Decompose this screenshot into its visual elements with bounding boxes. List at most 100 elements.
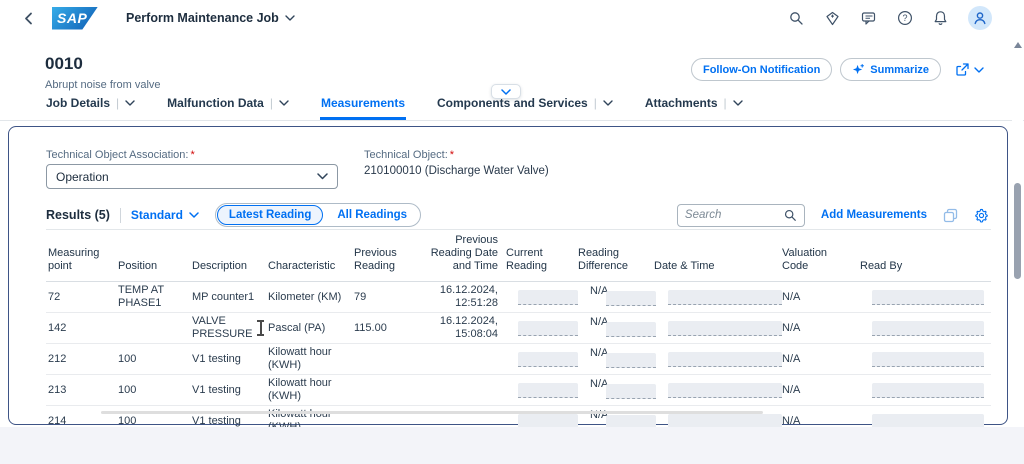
help-icon[interactable]: ? xyxy=(896,10,913,27)
notifications-icon[interactable] xyxy=(932,10,949,27)
cell-current-reading xyxy=(504,312,578,344)
column-header-description[interactable]: Description xyxy=(190,229,266,282)
person-icon xyxy=(974,12,986,25)
segment-all-readings[interactable]: All Readings xyxy=(325,205,419,225)
current-reading-input[interactable] xyxy=(518,320,578,336)
cell-date-time xyxy=(652,281,782,313)
characteristic-text: Pascal (PA) xyxy=(268,321,326,334)
settings-gear-icon[interactable] xyxy=(974,208,989,223)
back-button[interactable] xyxy=(18,8,38,28)
chevron-down-icon[interactable] xyxy=(125,100,135,106)
tab-label: Malfunction Data xyxy=(167,96,264,110)
ai-sparkle-icon xyxy=(853,64,865,75)
cell-reading-difference: N/A xyxy=(576,281,656,313)
cell-read-by xyxy=(858,312,991,344)
date-time-input[interactable] xyxy=(668,382,782,398)
column-header-position[interactable]: Position xyxy=(116,229,190,282)
vertical-scrollbar[interactable] xyxy=(1012,38,1023,420)
page-background xyxy=(0,427,1024,464)
search-input[interactable] xyxy=(684,209,780,221)
collapse-header-button[interactable] xyxy=(491,84,521,99)
chevron-down-icon xyxy=(501,88,511,95)
chevron-down-icon[interactable] xyxy=(603,100,613,106)
current-reading-input[interactable] xyxy=(518,351,578,367)
required-marker: * xyxy=(190,149,195,161)
share-menu-button[interactable] xyxy=(955,62,984,77)
column-header-previous-reading-date-and-time[interactable]: Previous Reading Date and Time xyxy=(410,229,504,282)
reading-difference-input[interactable] xyxy=(606,322,656,337)
add-measurements-button[interactable]: Add Measurements xyxy=(821,209,927,221)
segment-latest-reading[interactable]: Latest Reading xyxy=(216,205,324,225)
date-time-input[interactable] xyxy=(668,351,782,367)
date-time-input[interactable] xyxy=(668,289,782,305)
chevron-down-icon xyxy=(285,15,295,21)
cell-valuation-code: N/A xyxy=(780,374,858,406)
search-field[interactable] xyxy=(676,203,805,227)
column-header-current-reading[interactable]: Current Reading xyxy=(504,229,576,282)
divider xyxy=(119,207,121,223)
cell-date-time xyxy=(652,312,782,344)
follow-on-notification-button[interactable]: Follow-On Notification xyxy=(690,58,833,81)
cell-previous-reading: 79 xyxy=(352,281,410,313)
column-header-previous-reading[interactable]: Previous Reading xyxy=(352,229,410,282)
read-by-input[interactable] xyxy=(872,382,984,398)
summarize-button[interactable]: Summarize xyxy=(840,58,941,81)
reading-difference-input[interactable] xyxy=(606,291,656,306)
technical-object-association-select[interactable]: Operation xyxy=(46,164,338,189)
tab-malfunction-data[interactable]: Malfunction Data | xyxy=(166,96,290,120)
tab-separator: | xyxy=(116,96,120,110)
table-row: 212 100 V1 testing Kilowatt hour (KWH) N/A N/… xyxy=(46,343,991,375)
scroll-up-arrow-icon[interactable] xyxy=(1014,42,1022,48)
shell-bar: SAP Perform Maintenance Job ? xyxy=(0,0,1024,36)
scrollbar-thumb[interactable] xyxy=(1014,183,1021,279)
measurements-table: Measuring point Position Description Charac… xyxy=(46,229,991,437)
feedback-icon[interactable] xyxy=(860,10,877,27)
column-header-valuation-code[interactable]: Valuation Code xyxy=(780,229,858,282)
tab-attachments[interactable]: Attachments | xyxy=(644,96,744,120)
cell-characteristic: Pascal (PA) xyxy=(257,312,352,344)
table-row: 72 TEMP AT PHASE1 MP counter1 Kilometer (KM… xyxy=(46,281,991,313)
chevron-down-icon[interactable] xyxy=(279,100,289,106)
table-row: 213 100 V1 testing Kilowatt hour (KWH) N/A N/… xyxy=(46,374,991,406)
current-reading-input[interactable] xyxy=(518,289,578,305)
cell-description: VALVE PRESSURE xyxy=(190,312,266,344)
tab-label: Attachments xyxy=(644,96,718,110)
app-title-menu[interactable]: Perform Maintenance Job xyxy=(126,11,295,25)
results-count: Results (5) xyxy=(46,208,110,222)
column-header-reading-difference[interactable]: Reading Difference xyxy=(576,229,652,282)
sap-logo[interactable]: SAP xyxy=(52,6,98,30)
tab-components-and-services[interactable]: Components and Services | xyxy=(436,96,614,120)
cell-previous-reading xyxy=(352,374,410,406)
tab-separator: | xyxy=(593,96,597,110)
search-icon[interactable] xyxy=(788,10,805,27)
jewel-icon[interactable] xyxy=(824,10,841,27)
cell-current-reading xyxy=(504,281,578,313)
cell-reading-difference: N/A xyxy=(576,312,656,344)
app-title: Perform Maintenance Job xyxy=(126,11,279,25)
cell-measuring-point: 212 xyxy=(46,343,116,375)
table-toolbar: Results (5) Standard Latest Reading All R… xyxy=(46,201,989,229)
tab-job-details[interactable]: Job Details | xyxy=(45,96,136,120)
column-header-read-by[interactable]: Read By xyxy=(858,229,991,282)
reading-difference-input[interactable] xyxy=(606,353,656,368)
search-icon[interactable] xyxy=(784,209,797,222)
read-by-input[interactable] xyxy=(872,289,984,305)
reading-difference-input[interactable] xyxy=(606,384,656,399)
current-reading-input[interactable] xyxy=(518,382,578,398)
column-header-date-time[interactable]: Date & Time xyxy=(652,229,780,282)
column-header-measuring-point[interactable]: Measuring point xyxy=(46,229,116,282)
characteristic-text: Kilometer (KM) xyxy=(268,290,342,303)
read-by-input[interactable] xyxy=(872,351,984,367)
horizontal-scrollbar[interactable] xyxy=(101,411,763,414)
read-by-input[interactable] xyxy=(872,320,984,336)
variant-selector[interactable]: Standard xyxy=(131,208,199,222)
chevron-down-icon[interactable] xyxy=(732,100,743,106)
date-time-input[interactable] xyxy=(668,320,782,336)
measurements-section: Technical Object Association: * Operation… xyxy=(8,126,1008,437)
user-avatar[interactable] xyxy=(968,6,992,30)
tab-measurements[interactable]: Measurements xyxy=(319,96,406,120)
copy-icon[interactable] xyxy=(943,208,958,223)
column-header-characteristic[interactable]: Characteristic xyxy=(266,229,352,282)
cell-valuation-code: N/A xyxy=(780,312,858,344)
cell-characteristic: Kilometer (KM) xyxy=(266,281,352,313)
